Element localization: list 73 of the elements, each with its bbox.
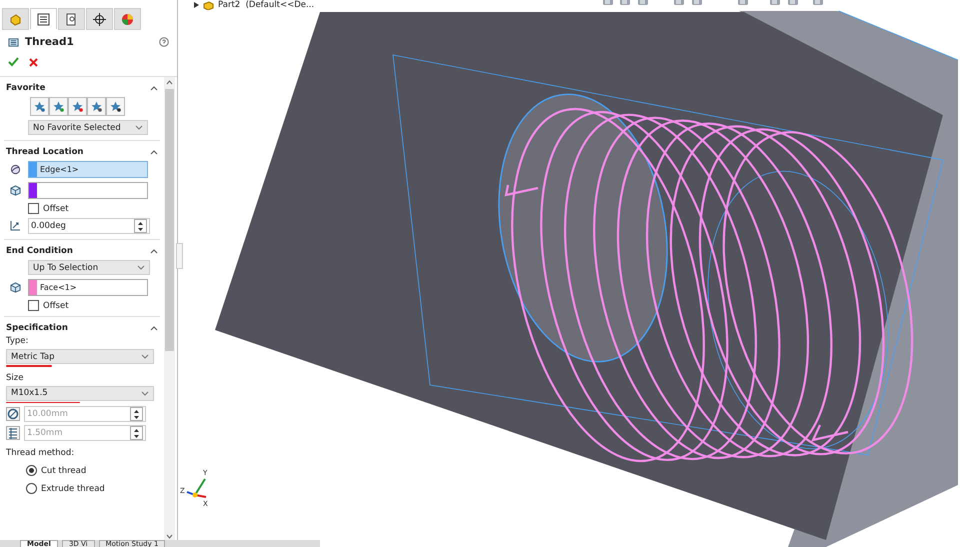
chevron-down-icon [135, 125, 143, 130]
face-selection-field[interactable]: Face<1> [28, 279, 148, 296]
size-label: Size [6, 372, 24, 382]
part-icon [9, 12, 22, 26]
spin-buttons[interactable] [130, 426, 143, 440]
angle-field[interactable]: 0.00deg [28, 218, 150, 234]
section-title: End Condition [6, 246, 73, 256]
list-tab[interactable] [30, 8, 57, 29]
close-icon[interactable] [29, 58, 38, 66]
radio-label: Cut thread [41, 466, 86, 476]
face-selection-icon [10, 282, 20, 293]
splitter-handle[interactable] [176, 243, 183, 269]
offset-checkbox[interactable] [28, 203, 39, 214]
face-selection-field[interactable] [28, 182, 148, 199]
color-wheel-icon [121, 12, 134, 26]
type-label: Type: [6, 336, 30, 346]
face-selection-icon [10, 185, 20, 196]
angle-icon [9, 220, 21, 232]
collapse-icon[interactable] [150, 248, 158, 254]
crosshair-icon [93, 12, 106, 26]
chevron-down-icon [141, 390, 149, 396]
checkbox-label: Offset [43, 204, 69, 214]
scroll-up-icon[interactable] [166, 80, 173, 85]
axis-triad-icon [186, 478, 206, 498]
list-icon [37, 12, 50, 26]
edit-favorite-button[interactable] [30, 97, 49, 116]
checkbox-label: Offset [43, 300, 69, 310]
pitch-icon [6, 426, 20, 440]
section-title: Thread Location [6, 147, 84, 157]
page-icon [65, 12, 78, 26]
size-dropdown[interactable]: M10x1.5 [6, 386, 154, 400]
underline-mark [6, 365, 52, 366]
section-title: Favorite [6, 83, 46, 93]
collapse-icon[interactable] [150, 86, 158, 90]
thread-feature-icon [8, 36, 19, 48]
star-button[interactable] [68, 97, 87, 116]
star-icon [53, 101, 64, 112]
type-dropdown[interactable]: Metric Tap [6, 349, 154, 364]
method-label: Thread method: [6, 448, 76, 458]
expand-arrow-icon[interactable] [194, 2, 199, 8]
cube-icon [203, 0, 214, 10]
crosshair-tab[interactable] [86, 8, 113, 30]
help-icon[interactable] [159, 37, 169, 47]
chevron-down-icon [137, 265, 145, 270]
color-wheel-tab[interactable] [114, 8, 141, 30]
favorite-dropdown[interactable]: No Favorite Selected [28, 120, 148, 135]
star-icon [110, 101, 121, 112]
edit-star-icon [34, 101, 45, 112]
star-icon [72, 101, 83, 112]
tree-item-label[interactable]: Part2 (Default<<De... [218, 0, 314, 10]
star-button[interactable] [87, 97, 106, 116]
spin-buttons[interactable] [134, 219, 147, 233]
checkmark-icon[interactable] [8, 57, 19, 67]
star-button[interactable] [106, 97, 125, 116]
feature-title: Thread1 [25, 36, 75, 48]
edge-selection-field[interactable]: Edge<1> [28, 161, 148, 178]
star-icon [91, 101, 102, 112]
chevron-down-icon [141, 354, 149, 359]
star-button[interactable] [49, 97, 68, 116]
radio-button[interactable] [26, 483, 37, 494]
collapse-icon[interactable] [150, 150, 158, 154]
section-title: Specification [6, 323, 68, 333]
page-tab[interactable] [58, 8, 85, 30]
scroll-down-icon[interactable] [166, 534, 173, 539]
radio-button[interactable] [26, 465, 37, 476]
diameter-icon [6, 407, 20, 421]
end-condition-dropdown[interactable]: Up To Selection [28, 260, 150, 275]
edge-selection-icon [10, 164, 20, 175]
radio-label: Extrude thread [41, 484, 105, 494]
collapse-icon[interactable] [150, 326, 158, 330]
scrollbar-thumb[interactable] [165, 89, 174, 351]
offset-checkbox[interactable] [28, 300, 39, 311]
spin-buttons[interactable] [130, 407, 143, 421]
